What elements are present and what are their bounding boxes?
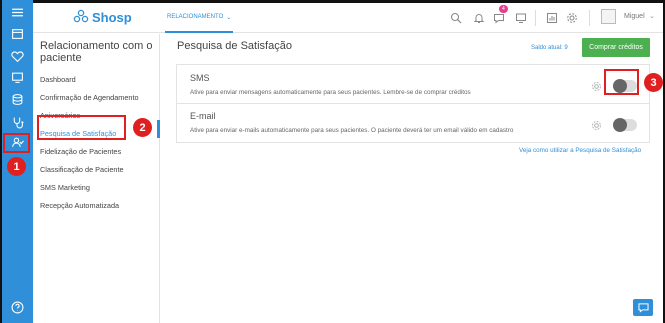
option-title-email: E-mail [190, 111, 216, 121]
monitor-icon[interactable] [8, 69, 27, 85]
database-icon[interactable] [8, 91, 27, 107]
active-indicator [157, 120, 160, 138]
annotation-badge-1: 1 [7, 157, 26, 176]
help-link[interactable]: Veja como utilizar a Pesquisa de Satisfa… [519, 147, 641, 154]
toggle-knob [613, 118, 627, 132]
avatar[interactable] [601, 9, 616, 24]
tab-relacionamento-label: RELACIONAMENTO [167, 14, 224, 20]
sidebar-item-classificacao-paciente[interactable]: Classificação de Paciente [40, 165, 124, 174]
sidebar-item-recepcao-automatizada[interactable]: Recepção Automatizada [40, 201, 119, 210]
gear-icon[interactable] [565, 11, 579, 25]
gear-icon[interactable] [591, 81, 602, 92]
monitor-icon[interactable] [514, 11, 528, 25]
sidebar-title: Relacionamento com o paciente [40, 40, 153, 64]
logo-text: Shosp [92, 9, 132, 25]
help-icon[interactable] [8, 299, 27, 315]
chart-icon[interactable] [545, 11, 559, 25]
logo-icon [73, 9, 89, 23]
divider [535, 10, 536, 26]
email-toggle[interactable] [613, 118, 637, 132]
search-icon[interactable] [449, 11, 463, 25]
annotation-box-3 [604, 69, 639, 95]
chevron-down-icon[interactable]: ⌄ [649, 12, 655, 20]
chevron-down-icon: ⌄ [226, 14, 232, 21]
chat-icon [637, 302, 649, 313]
option-description-sms: Ative para enviar mensagens automaticame… [190, 89, 471, 96]
top-bar: Shosp RELACIONAMENTO ⌄ 4 Miguel ⌄ [33, 3, 663, 33]
chat-button[interactable] [633, 299, 653, 316]
annotation-badge-2: 2 [133, 118, 152, 137]
divider [177, 103, 649, 104]
annotation-badge-3: 3 [644, 73, 663, 92]
balance-text: Saldo atual: 9 [531, 45, 568, 51]
sidebar-item-fidelizacao-pacientes[interactable]: Fidelização de Pacientes [40, 147, 121, 156]
sidebar-item-confirmacao-agendamento[interactable]: Confirmação de Agendamento [40, 93, 139, 102]
app-logo[interactable]: Shosp [73, 7, 132, 27]
bell-icon[interactable] [472, 11, 486, 25]
sidebar-item-sms-marketing[interactable]: SMS Marketing [40, 183, 90, 192]
annotation-box-2 [37, 115, 126, 140]
option-description-email: Ative para enviar e-mails automaticament… [190, 127, 514, 134]
page-title: Pesquisa de Satisfação [177, 40, 292, 52]
menu-icon[interactable] [8, 4, 27, 20]
main-area: Shosp RELACIONAMENTO ⌄ 4 Miguel ⌄ Relaci… [33, 3, 663, 323]
stethoscope-icon[interactable] [8, 114, 27, 130]
annotation-box-1 [3, 133, 30, 153]
user-name[interactable]: Miguel [624, 13, 645, 20]
heart-icon[interactable] [8, 48, 27, 64]
buy-credits-button[interactable]: Comprar créditos [582, 38, 650, 57]
sidebar-item-dashboard[interactable]: Dashboard [40, 75, 76, 84]
sidebar: Relacionamento com o paciente Dashboard … [33, 34, 160, 323]
gear-icon[interactable] [591, 120, 602, 131]
calendar-icon[interactable] [8, 25, 27, 41]
tab-relacionamento[interactable]: RELACIONAMENTO ⌄ [165, 3, 234, 33]
divider [589, 10, 590, 26]
notification-badge: 4 [499, 5, 508, 13]
option-title-sms: SMS [190, 73, 210, 83]
chat-bubble-icon[interactable] [492, 11, 506, 25]
options-card: SMS Ative para enviar mensagens automati… [176, 64, 650, 143]
